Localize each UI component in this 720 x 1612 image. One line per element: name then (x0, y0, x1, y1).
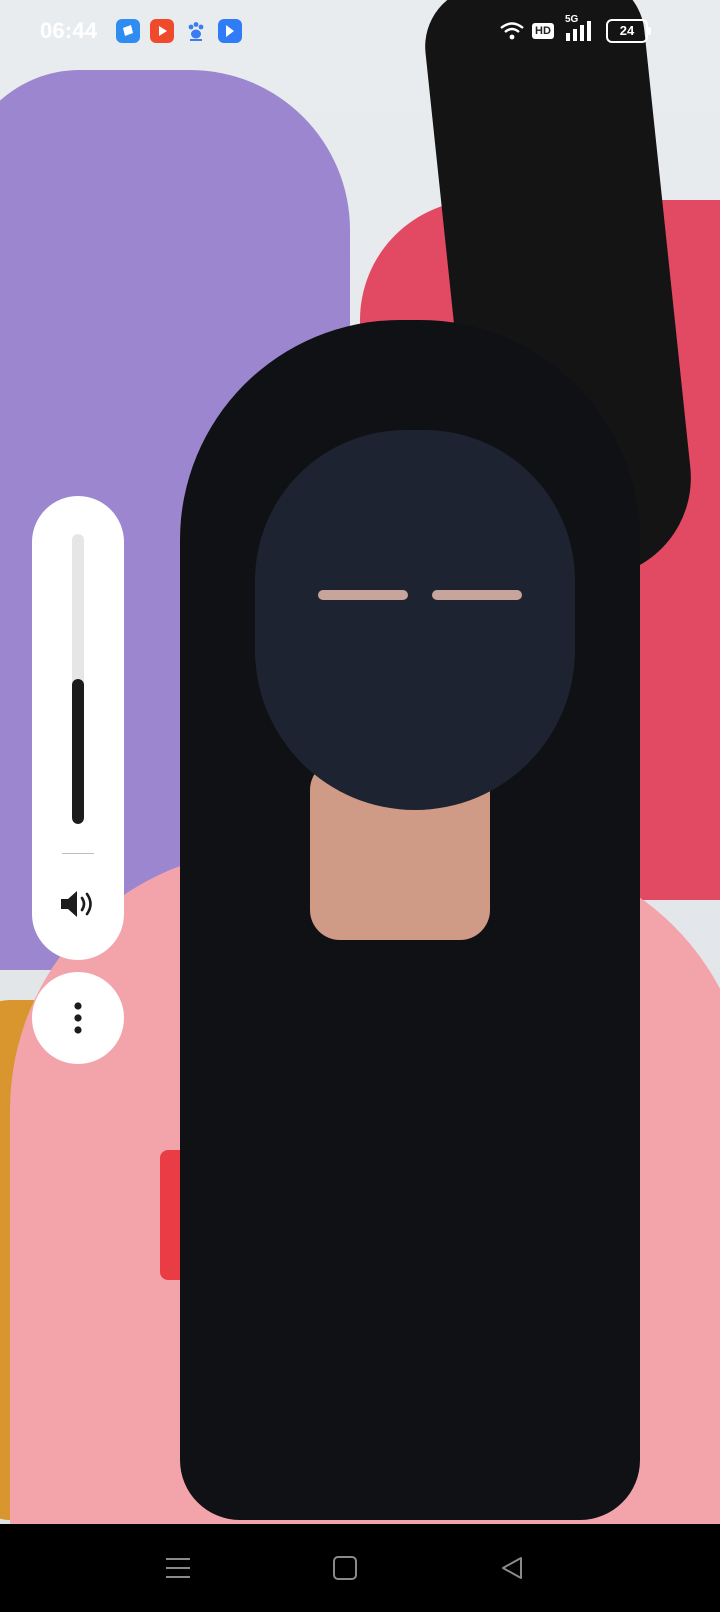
left-eye (318, 590, 408, 600)
battery-level: 24 (606, 19, 648, 43)
network-type-label: 5G (565, 14, 579, 25)
video-app-icon (150, 19, 174, 43)
paw-app-icon (184, 19, 208, 43)
volume-divider (62, 853, 94, 854)
center-person-face (255, 430, 575, 810)
more-vertical-icon (74, 1002, 82, 1034)
more-options-button[interactable] (32, 972, 124, 1064)
menu-icon[interactable] (154, 1544, 202, 1592)
status-time: 06:44 (40, 18, 98, 43)
arrow-app-icon (218, 19, 242, 43)
hd-icon: HD (532, 18, 554, 44)
volume-slider[interactable] (72, 534, 84, 824)
status-bar: 06:44 HD 5G 24 (0, 0, 720, 64)
navigation-bar (0, 1524, 720, 1612)
shield-app-icon (116, 19, 140, 43)
right-eye (432, 590, 522, 600)
volume-panel (32, 496, 124, 960)
speaker-icon[interactable] (58, 884, 98, 924)
home-icon[interactable] (321, 1544, 369, 1592)
volume-slider-fill (72, 679, 84, 824)
battery-indicator: 24 (606, 18, 651, 44)
wifi-icon (498, 18, 526, 44)
back-icon[interactable] (488, 1544, 536, 1592)
